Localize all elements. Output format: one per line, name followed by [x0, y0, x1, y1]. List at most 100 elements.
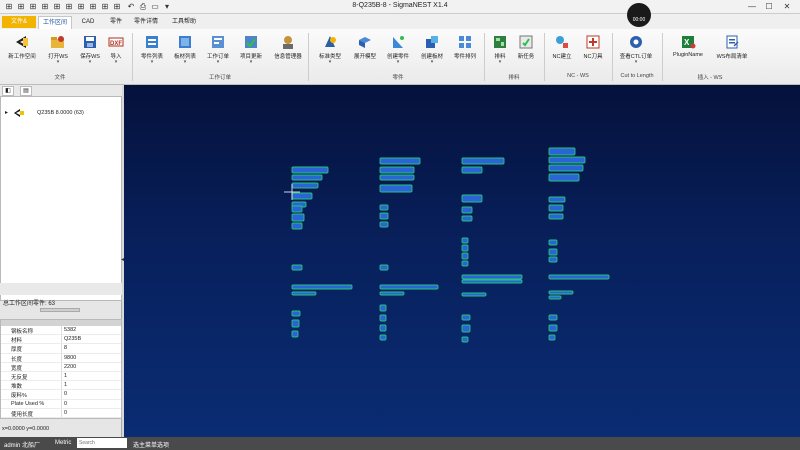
nested-part[interactable]: [291, 166, 329, 174]
nested-part[interactable]: [291, 319, 300, 328]
nested-part[interactable]: [548, 164, 584, 172]
nested-part[interactable]: [461, 237, 469, 244]
nested-part[interactable]: [461, 166, 483, 174]
nested-part[interactable]: [291, 222, 303, 230]
nested-part[interactable]: [548, 324, 558, 332]
expand-arrow-icon[interactable]: ▸: [5, 109, 8, 116]
parts-group: [291, 147, 610, 343]
info-manager-button[interactable]: 信息管理器: [268, 32, 308, 76]
property-row[interactable]: 厚度 8: [1, 344, 121, 354]
property-row[interactable]: 废料% 0: [1, 390, 121, 400]
nested-part[interactable]: [291, 284, 353, 290]
property-row[interactable]: 堆数 1: [1, 381, 121, 391]
nested-part[interactable]: [379, 174, 415, 181]
nested-part[interactable]: [379, 166, 415, 174]
nested-part[interactable]: [461, 279, 523, 284]
nested-part[interactable]: [379, 212, 389, 220]
work-order-icon: [212, 36, 224, 48]
file-menu-button[interactable]: 文件&: [2, 16, 36, 28]
nested-part[interactable]: [291, 213, 305, 222]
tab-part-details[interactable]: 零件详情: [130, 16, 162, 29]
nested-part[interactable]: [291, 291, 317, 296]
tab-parts[interactable]: 零件: [104, 16, 128, 29]
tab-cad[interactable]: CAD: [74, 16, 102, 29]
part-array-button[interactable]: 零件排列: [445, 32, 485, 76]
nested-part[interactable]: [548, 213, 564, 220]
panel-splitter[interactable]: [40, 308, 80, 312]
nested-part[interactable]: [379, 221, 389, 228]
close-button[interactable]: ✕: [780, 2, 794, 12]
project-update-button[interactable]: 项目更新 ▾: [231, 32, 271, 76]
nested-part[interactable]: [379, 314, 387, 322]
nested-part[interactable]: [548, 295, 562, 300]
new-workspace-button[interactable]: 新工作空间: [2, 32, 42, 76]
nested-part[interactable]: [461, 292, 487, 297]
nested-part[interactable]: [461, 274, 523, 280]
nested-part[interactable]: [548, 147, 576, 156]
import-button[interactable]: DXF 导入 ▾: [96, 32, 136, 76]
property-row[interactable]: 材料 Q235B: [1, 335, 121, 345]
nested-part[interactable]: [461, 260, 469, 267]
maximize-button[interactable]: ☐: [762, 2, 776, 12]
nc-tool-button[interactable]: NC刀具: [573, 32, 613, 76]
nesting-canvas[interactable]: [124, 85, 800, 437]
nested-part[interactable]: [291, 192, 313, 200]
property-row[interactable]: 宽度 2200: [1, 362, 121, 372]
nested-part[interactable]: [461, 252, 469, 260]
nested-part[interactable]: [548, 173, 580, 182]
nested-part[interactable]: [291, 310, 301, 317]
nested-part[interactable]: [548, 204, 564, 212]
nested-part[interactable]: [461, 314, 471, 321]
new-task-button[interactable]: 新任务: [506, 32, 546, 76]
nested-part[interactable]: [461, 336, 469, 343]
tree-item-sheet[interactable]: ▸ Q235B 8.0000 (63): [3, 109, 121, 118]
plugin-button[interactable]: X PluginName: [666, 32, 710, 76]
nested-part[interactable]: [548, 256, 558, 263]
minimize-button[interactable]: —: [745, 2, 759, 12]
property-row[interactable]: 使用长度 0: [1, 408, 121, 418]
standard-shape-button[interactable]: 标准类型 ▾: [310, 32, 350, 76]
nested-part[interactable]: [291, 330, 299, 338]
group-label-cut-to-length: Cut to Length: [620, 73, 654, 79]
nested-part[interactable]: [548, 156, 586, 164]
nested-part[interactable]: [461, 215, 473, 222]
nested-part[interactable]: [379, 284, 439, 290]
nested-part[interactable]: [379, 304, 387, 312]
ws-layout-list-button[interactable]: WS布局清单: [710, 32, 754, 76]
panel-tab-tree[interactable]: ◧: [2, 86, 14, 96]
tab-tools-help[interactable]: 工具帮助: [166, 16, 202, 29]
status-search-input[interactable]: [77, 438, 127, 448]
property-row[interactable]: Plate Used % 0: [1, 399, 121, 409]
nested-part[interactable]: [548, 248, 558, 256]
nested-part[interactable]: [379, 324, 387, 332]
nested-part[interactable]: [548, 334, 556, 341]
nested-part[interactable]: [461, 206, 473, 214]
nested-part[interactable]: [461, 194, 483, 203]
panel-tab-list[interactable]: ▤: [20, 86, 32, 96]
nested-part[interactable]: [548, 314, 558, 321]
nested-part[interactable]: [379, 204, 389, 211]
sheets-list-icon: [179, 36, 191, 48]
nested-part[interactable]: [379, 157, 421, 165]
nested-part[interactable]: [548, 274, 610, 280]
nested-part[interactable]: [548, 239, 558, 246]
tab-workspace[interactable]: 工作区间: [38, 16, 72, 29]
property-row[interactable]: 钢板名称 5382: [1, 326, 121, 336]
workspace-tree[interactable]: ▸ Q235B 8.0000 (63): [0, 96, 122, 301]
nested-part[interactable]: [291, 264, 303, 271]
view-ctl-order-button[interactable]: 查看CTL订单 ▾: [614, 32, 658, 76]
nested-part[interactable]: [461, 244, 469, 252]
nested-part[interactable]: [548, 290, 574, 295]
nested-part[interactable]: [379, 334, 387, 341]
property-row[interactable]: 无反复 1: [1, 371, 121, 382]
nested-part[interactable]: [379, 291, 405, 296]
nested-part[interactable]: [548, 196, 566, 203]
nested-part[interactable]: [461, 324, 471, 333]
nested-part[interactable]: [291, 174, 323, 181]
nested-part[interactable]: [291, 205, 303, 213]
nested-part[interactable]: [379, 184, 413, 193]
nested-part[interactable]: [379, 264, 389, 271]
property-row[interactable]: 长度 9800: [1, 353, 121, 363]
nested-part[interactable]: [291, 182, 319, 189]
nested-part[interactable]: [461, 157, 505, 165]
